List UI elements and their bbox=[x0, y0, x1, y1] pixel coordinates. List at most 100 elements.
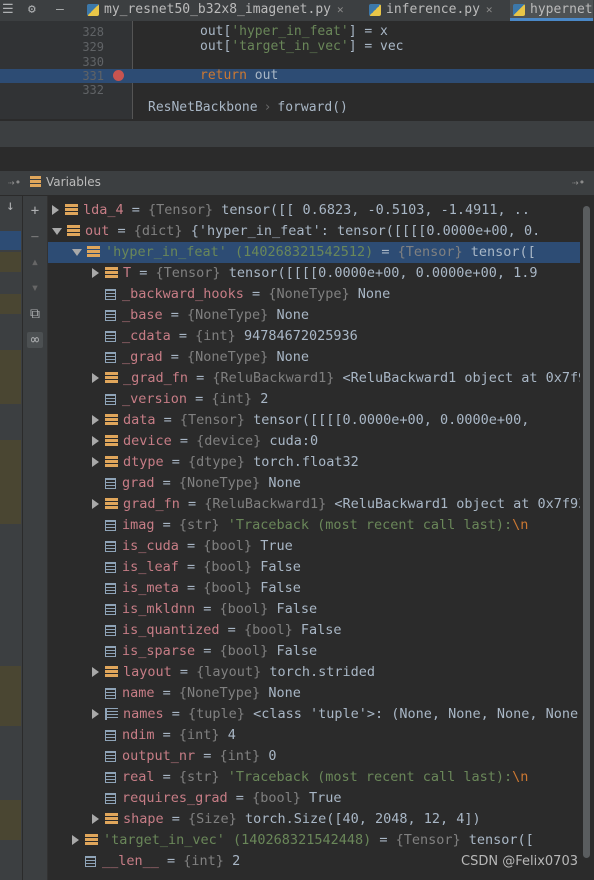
pin-icon[interactable]: ⇢• bbox=[572, 176, 585, 189]
variable-content: ndim = {int} 4 bbox=[92, 725, 236, 746]
variable-row[interactable]: 'hyper_in_feat' (140268321542512) = {Ten… bbox=[48, 242, 580, 263]
variable-value: 'Traceback (most recent call last): bbox=[227, 517, 513, 533]
variable-content: _grad = {NoneType} None bbox=[92, 347, 309, 368]
variable-row[interactable]: shape = {Size} torch.Size([40, 2048, 12,… bbox=[48, 809, 580, 830]
remove-watch-icon[interactable]: − bbox=[27, 229, 43, 245]
variable-name: real bbox=[122, 769, 155, 785]
variable-row[interactable]: _grad_fn = {ReluBackward1} <ReluBackward… bbox=[48, 368, 580, 389]
equals-sign: = bbox=[195, 748, 220, 764]
variable-row[interactable]: _version = {int} 2 bbox=[48, 389, 580, 410]
variable-name: out bbox=[85, 223, 110, 239]
python-file-icon bbox=[369, 4, 381, 16]
code-line[interactable]: out['hyper_in_feat'] = x bbox=[200, 24, 388, 39]
variable-row[interactable]: _base = {NoneType} None bbox=[48, 305, 580, 326]
variable-row[interactable]: ndim = {int} 4 bbox=[48, 725, 580, 746]
variable-row[interactable]: device = {device} cuda:0 bbox=[48, 431, 580, 452]
close-icon[interactable]: ✕ bbox=[337, 3, 344, 16]
tab-inference[interactable]: inference.py ✕ bbox=[366, 0, 493, 21]
variable-row[interactable]: data = {Tensor} tensor([[[[0.0000e+00, 0… bbox=[48, 410, 580, 431]
variable-row[interactable]: is_cuda = {bool} True bbox=[48, 536, 580, 557]
variable-row[interactable]: is_mkldnn = {bool} False bbox=[48, 599, 580, 620]
variable-row[interactable]: layout = {layout} torch.strided bbox=[48, 662, 580, 683]
variables-tree[interactable]: lda_4 = {Tensor} tensor([[ 0.6823, -0.51… bbox=[48, 196, 580, 880]
variable-content: T = {Tensor} tensor([[[[0.0000e+00, 0.00… bbox=[92, 263, 538, 284]
variables-panel-header: ⇢• Variables ⇢• bbox=[0, 171, 594, 196]
variable-row[interactable]: _grad = {NoneType} None bbox=[48, 347, 580, 368]
primitive-icon bbox=[105, 561, 116, 573]
expand-arrow-icon[interactable] bbox=[92, 373, 99, 383]
gear-icon[interactable]: ⚙ bbox=[28, 2, 36, 17]
variable-row[interactable]: requires_grad = {bool} True bbox=[48, 788, 580, 809]
code-line[interactable]: out['target_in_vec'] = vec bbox=[200, 39, 404, 54]
variable-row[interactable]: T = {Tensor} tensor([[[[0.0000e+00, 0.00… bbox=[48, 263, 580, 284]
variable-value: <ReluBackward1 object at 0x7f9364 bbox=[334, 496, 580, 512]
variable-value: 94784672025936 bbox=[243, 328, 358, 344]
copy-icon[interactable]: ⧉ bbox=[27, 306, 43, 322]
expand-arrow-icon[interactable] bbox=[92, 268, 99, 278]
tab-hypernet[interactable]: hypernet bbox=[510, 0, 593, 21]
expand-arrow-icon[interactable] bbox=[92, 415, 99, 425]
scrollbar-thumb[interactable] bbox=[583, 206, 590, 858]
variable-row[interactable]: grad = {NoneType} None bbox=[48, 473, 580, 494]
variable-row[interactable]: name = {NoneType} None bbox=[48, 683, 580, 704]
menu-icon[interactable]: ☰ bbox=[2, 2, 14, 17]
variable-value: tensor([ bbox=[468, 832, 534, 848]
frame-selected[interactable] bbox=[0, 231, 21, 250]
expand-arrow-icon[interactable] bbox=[52, 205, 59, 215]
vertical-scrollbar[interactable] bbox=[580, 196, 594, 880]
variable-name: is_mkldnn bbox=[122, 601, 196, 617]
expand-arrow-icon[interactable] bbox=[92, 436, 99, 446]
variable-row[interactable]: out = {dict} {'hyper_in_feat': tensor([[… bbox=[48, 221, 580, 242]
expand-arrow-icon[interactable] bbox=[92, 499, 99, 509]
variable-row[interactable]: is_quantized = {bool} False bbox=[48, 620, 580, 641]
variable-content: imag = {str} 'Traceback (most recent cal… bbox=[92, 515, 528, 536]
move-up-icon[interactable]: ▴ bbox=[27, 254, 43, 270]
expand-arrow-icon[interactable] bbox=[92, 709, 99, 719]
variable-type: {dtype} bbox=[188, 454, 245, 470]
variable-row[interactable]: grad_fn = {ReluBackward1} <ReluBackward1… bbox=[48, 494, 580, 515]
variable-type: {int} bbox=[183, 853, 224, 869]
variable-row[interactable]: is_sparse = {bool} False bbox=[48, 641, 580, 662]
expand-arrow-icon[interactable] bbox=[92, 457, 99, 467]
variable-row[interactable]: 'target_in_vec' (140268321542448) = {Ten… bbox=[48, 830, 580, 851]
expand-arrow-icon[interactable] bbox=[92, 667, 99, 677]
variable-row[interactable]: is_leaf = {bool} False bbox=[48, 557, 580, 578]
variable-row[interactable]: is_meta = {bool} False bbox=[48, 578, 580, 599]
equals-sign: = bbox=[154, 727, 179, 743]
collapse-arrow-icon[interactable] bbox=[72, 248, 82, 256]
expand-arrow-icon[interactable] bbox=[72, 835, 79, 845]
variable-row[interactable]: dtype = {dtype} torch.float32 bbox=[48, 452, 580, 473]
breakpoint-icon[interactable] bbox=[113, 70, 124, 81]
code-token: out[ bbox=[200, 39, 232, 54]
expand-arrow-icon[interactable] bbox=[92, 814, 99, 824]
step-down-icon[interactable]: ↓ bbox=[0, 198, 21, 216]
code-line[interactable]: return out bbox=[200, 68, 278, 83]
variable-type: {layout} bbox=[196, 664, 262, 680]
tab-my-resnet50[interactable]: my_resnet50_b32x8_imagenet.py ✕ bbox=[84, 0, 344, 21]
show-watches-icon[interactable]: ∞ bbox=[27, 332, 43, 348]
code-editor[interactable]: 328 out['hyper_in_feat'] = x 329 out['targe… bbox=[0, 21, 594, 121]
variable-row[interactable]: imag = {str} 'Traceback (most recent cal… bbox=[48, 515, 580, 536]
variable-row[interactable]: lda_4 = {Tensor} tensor([[ 0.6823, -0.51… bbox=[48, 200, 580, 221]
variable-content: device = {device} cuda:0 bbox=[92, 431, 318, 452]
variable-row[interactable]: _backward_hooks = {NoneType} None bbox=[48, 284, 580, 305]
variable-row[interactable]: names = {tuple} <class 'tuple'>: (None, … bbox=[48, 704, 580, 725]
editor-tab-bar: ☰ ⚙ — my_resnet50_b32x8_imagenet.py ✕ inf… bbox=[0, 0, 594, 22]
variable-content: __len__ = {int} 2 bbox=[72, 851, 240, 872]
move-down-icon[interactable]: ▾ bbox=[27, 280, 43, 296]
variable-value: tensor([[ 0.6823, -0.5103, -1.4911, .. bbox=[221, 202, 531, 218]
variable-content: _base = {NoneType} None bbox=[92, 305, 309, 326]
breadcrumb-class[interactable]: ResNetBackbone bbox=[148, 100, 258, 115]
variable-row[interactable]: real = {str} 'Traceback (most recent cal… bbox=[48, 767, 580, 788]
minimize-icon[interactable]: — bbox=[56, 2, 64, 17]
close-icon[interactable]: ✕ bbox=[486, 3, 493, 16]
collapse-arrow-icon[interactable] bbox=[52, 227, 62, 235]
breadcrumb-method[interactable]: forward() bbox=[277, 100, 347, 115]
variable-row[interactable]: output_nr = {int} 0 bbox=[48, 746, 580, 767]
variable-row[interactable]: _cdata = {int} 94784672025936 bbox=[48, 326, 580, 347]
pin-icon[interactable]: ⇢• bbox=[8, 176, 21, 189]
variable-name: data bbox=[123, 412, 156, 428]
add-watch-icon[interactable]: + bbox=[27, 203, 43, 219]
